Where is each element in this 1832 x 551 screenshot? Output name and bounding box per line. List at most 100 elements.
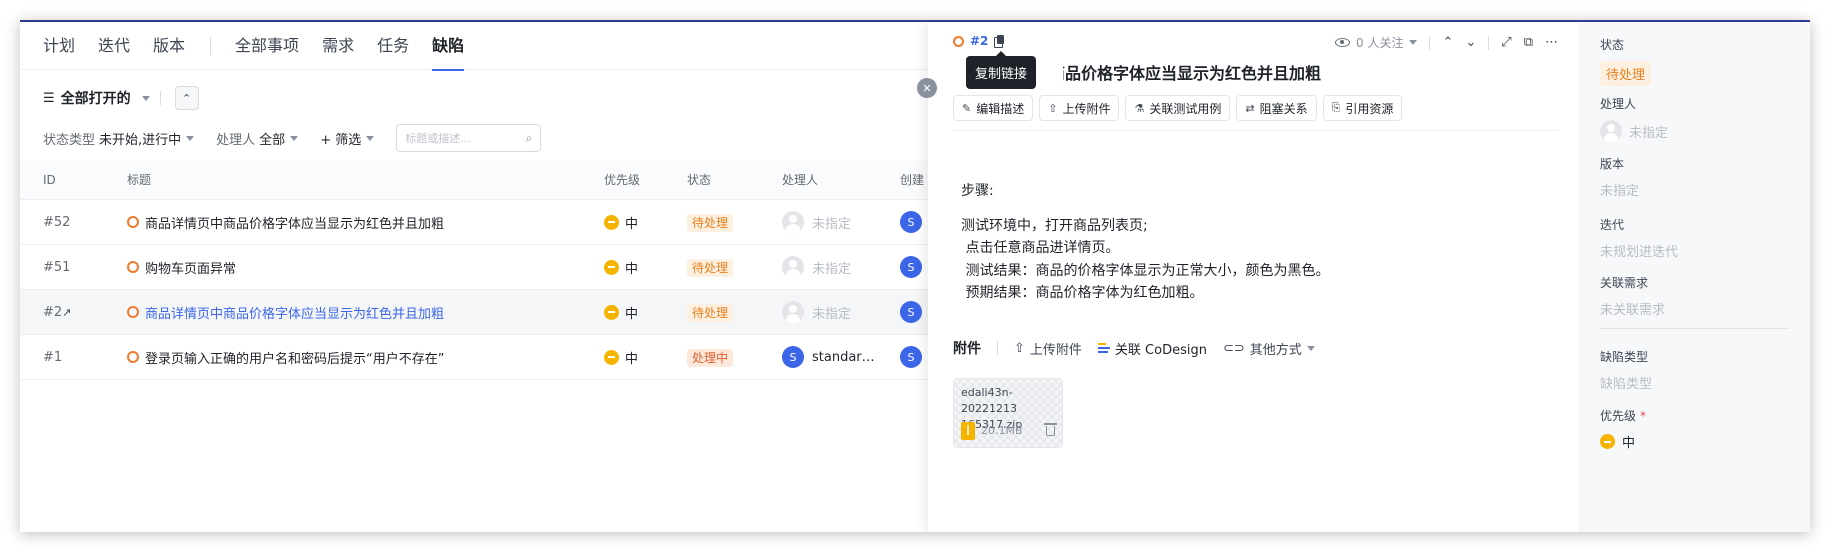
chevron-up-icon: ⌃ xyxy=(182,91,192,105)
divider xyxy=(1488,35,1490,50)
field-value[interactable]: 未关联需求 xyxy=(1600,299,1665,318)
status-type-filter[interactable]: 状态类型 未开始,进行中 xyxy=(43,129,195,148)
close-detail-button[interactable]: ✕ xyxy=(917,78,937,98)
upload-attachment-link[interactable]: ⇧ 上传附件 xyxy=(1014,339,1082,358)
tab-all-items[interactable]: 全部事项 xyxy=(235,22,299,70)
col-title[interactable]: 标题 xyxy=(127,171,151,188)
assignee-value: 未指定 xyxy=(1629,125,1669,141)
row-assignee[interactable]: 未指定 xyxy=(782,211,851,233)
watch-button[interactable]: 0 人关注 xyxy=(1335,34,1418,51)
field-value[interactable]: 未指定 xyxy=(1600,120,1668,142)
row-title[interactable]: 购物车页面异常 xyxy=(127,258,236,277)
row-status[interactable]: 待处理 xyxy=(687,258,734,277)
collapse-filters-button[interactable]: ⌃ xyxy=(174,86,199,110)
link-codesign-button[interactable]: 关联 CoDesign xyxy=(1097,339,1207,358)
detail-id-row: #2 xyxy=(953,34,1005,48)
assignee-filter[interactable]: 处理人 全部 xyxy=(216,129,299,148)
tab-plan[interactable]: 计划 xyxy=(43,22,75,70)
field-priority: 优先级 * 中 xyxy=(1600,407,1646,451)
row-status[interactable]: 处理中 xyxy=(687,348,734,367)
field-value[interactable]: 待处理 xyxy=(1600,61,1652,86)
divider xyxy=(1429,35,1431,50)
open-new-window-icon[interactable]: ⧉ xyxy=(1524,35,1533,50)
assignee-text: 未指定 xyxy=(812,306,852,322)
col-priority[interactable]: 优先级 xyxy=(604,171,640,188)
divider xyxy=(159,91,161,105)
table-row[interactable]: #51 购物车页面异常 中 待处理 未指定 S xyxy=(20,245,928,290)
search-input[interactable]: 标题或描述... ⌕ xyxy=(396,124,542,152)
row-id[interactable]: #51 xyxy=(43,260,70,275)
tab-tasks[interactable]: 任务 xyxy=(377,22,409,70)
filter-lines-icon: ☰ xyxy=(43,90,55,106)
open-link-icon[interactable]: ↗ xyxy=(62,306,71,319)
expand-icon[interactable]: ⤢ xyxy=(1501,35,1511,50)
detail-id[interactable]: #2 xyxy=(970,34,988,48)
blocking-relation-button[interactable]: ⇄ 阻塞关系 xyxy=(1236,95,1317,121)
more-icon[interactable]: ⋯ xyxy=(1545,35,1558,50)
view-title: 全部打开的 xyxy=(60,91,131,107)
tab-bugs[interactable]: 缺陷 xyxy=(432,22,465,71)
other-label: 其他方式 xyxy=(1249,342,1302,358)
col-creator[interactable]: 创建 xyxy=(900,171,924,188)
row-id[interactable]: #52 xyxy=(43,215,70,230)
col-id[interactable]: ID xyxy=(43,173,56,187)
row-priority[interactable]: 中 xyxy=(604,258,638,277)
tab-iteration[interactable]: 迭代 xyxy=(98,22,130,70)
reference-resource-button[interactable]: ⎘ 引用资源 xyxy=(1322,95,1403,121)
other-methods-dropdown[interactable]: ⊂⊃ 其他方式 xyxy=(1223,339,1315,358)
field-value[interactable]: 中 xyxy=(1600,432,1646,451)
description-content[interactable]: 步骤: 测试环境中，打开商品列表页; 点击任意商品进详情页。 测试结果：商品的价… xyxy=(961,180,1329,305)
row-priority[interactable]: 中 xyxy=(604,348,638,367)
field-status: 状态 待处理 xyxy=(1600,36,1652,86)
edit-description-button[interactable]: ✎ 编辑描述 xyxy=(953,95,1034,121)
col-assignee[interactable]: 处理人 xyxy=(782,171,818,188)
table-row[interactable]: #1 登录页输入正确的用户名和密码后提示“用户不存在” 中 处理中 Sstand… xyxy=(20,335,928,380)
copy-link-tooltip: 复制链接 xyxy=(966,51,1037,89)
table-row-selected[interactable]: #2↗ 商品详情页中商品价格字体应当显示为红色并且加粗 中 待处理 未指定 S xyxy=(20,290,928,335)
row-title[interactable]: 登录页输入正确的用户名和密码后提示“用户不存在” xyxy=(127,348,444,367)
field-label: 迭代 xyxy=(1600,218,1625,232)
row-assignee[interactable]: Sstandar… xyxy=(782,346,875,368)
chevron-up-icon[interactable]: ⌃ xyxy=(1442,35,1453,50)
assignee-filter-value: 全部 xyxy=(259,132,286,148)
field-value[interactable]: 未规划进迭代 xyxy=(1600,241,1678,260)
row-assignee[interactable]: 未指定 xyxy=(782,256,851,278)
row-status[interactable]: 待处理 xyxy=(687,213,734,232)
col-status[interactable]: 状态 xyxy=(687,171,711,188)
row-priority[interactable]: 中 xyxy=(604,213,638,232)
table-row[interactable]: #52 商品详情页中商品价格字体应当显示为红色并且加粗 中 待处理 未指定 S xyxy=(20,200,928,245)
relation-icon: ⇄ xyxy=(1245,101,1255,115)
link-test-case-button[interactable]: ⚗ 关联测试用例 xyxy=(1125,95,1231,121)
field-bug-type: 缺陷类型 缺陷类型 xyxy=(1600,348,1652,392)
row-assignee[interactable]: 未指定 xyxy=(782,301,851,323)
required-mark: * xyxy=(1640,409,1647,423)
view-selector[interactable]: ☰ 全部打开的 xyxy=(43,88,150,108)
copy-icon[interactable] xyxy=(994,35,1005,48)
row-id[interactable]: #1 xyxy=(43,350,62,365)
eye-icon xyxy=(1335,38,1351,47)
issue-table: ID 标题 优先级 状态 处理人 创建 #52 商品详情页中商品价格字体应当显示… xyxy=(20,160,928,532)
upload-attachment-button[interactable]: ⇧ 上传附件 xyxy=(1039,95,1120,121)
status-badge: 处理中 xyxy=(687,348,734,367)
detail-toolbar: 0 人关注 ⌃ ⌄ ⤢ ⧉ ⋯ xyxy=(1335,34,1558,51)
field-value[interactable]: 缺陷类型 xyxy=(1600,373,1652,392)
chevron-down-icon[interactable]: ⌄ xyxy=(1465,35,1476,50)
row-creator: S xyxy=(900,346,922,368)
row-id[interactable]: #2↗ xyxy=(43,305,71,320)
row-priority[interactable]: 中 xyxy=(604,303,638,322)
row-status[interactable]: 待处理 xyxy=(687,303,734,322)
issue-detail-panel: #2 复制链接 商品详情页中商品价格字体应当显示为红色并且加粗 0 人关注 ⌃ … xyxy=(928,22,1810,532)
chevron-down-icon xyxy=(366,135,375,141)
row-title[interactable]: 商品详情页中商品价格字体应当显示为红色并且加粗 xyxy=(127,303,444,322)
add-filter-button[interactable]: + 筛选 xyxy=(320,129,375,148)
tab-requirements[interactable]: 需求 xyxy=(322,22,354,70)
row-title[interactable]: 商品详情页中商品价格字体应当显示为红色并且加粗 xyxy=(127,213,444,232)
attachments-header: 附件 ⇧ 上传附件 关联 CoDesign ⊂⊃ 其他方式 xyxy=(953,338,1315,358)
status-type-label: 状态类型 xyxy=(43,132,96,148)
tab-version[interactable]: 版本 xyxy=(153,22,185,70)
field-value[interactable]: 未指定 xyxy=(1600,180,1639,199)
trash-icon[interactable] xyxy=(1044,423,1057,436)
field-iteration: 迭代 未规划进迭代 xyxy=(1600,216,1678,260)
attachment-file-card[interactable]: edali43n-20221213 165317.zip 20.1MB xyxy=(953,378,1063,448)
avatar-placeholder-icon xyxy=(782,211,804,233)
